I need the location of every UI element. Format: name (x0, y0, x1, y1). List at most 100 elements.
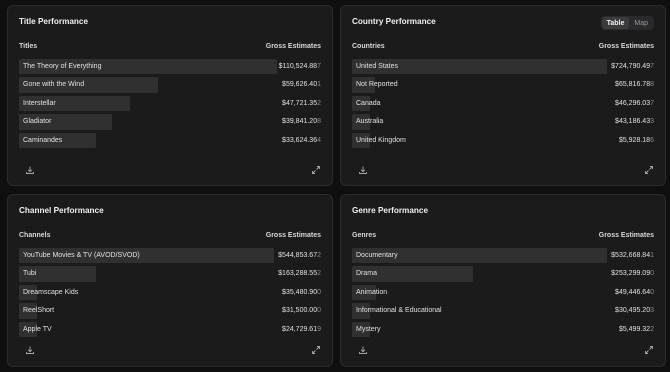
row-value-main: $33,624.36 (282, 136, 318, 144)
row-value: $110,524.887 (279, 63, 321, 70)
download-icon[interactable] (358, 345, 368, 355)
table-row[interactable]: Gladiator $39,841.208 (19, 113, 321, 132)
column-header-channels: Channels (19, 232, 51, 239)
table-row[interactable]: Mystery $5,499.322 (352, 320, 654, 339)
row-label: Gladiator (23, 118, 52, 126)
row-value-main: $532,668.84 (611, 251, 651, 259)
row-value-main: $49,446.64 (615, 288, 651, 296)
table-header: Genres Gross Estimates (352, 232, 654, 239)
genre-performance-card: Genre Performance Genres Gross Estimates… (340, 194, 666, 367)
row-label: Apple TV (23, 325, 52, 333)
row-value-trailing-digit: 0 (317, 288, 321, 296)
row-value-main: $35,480.90 (282, 288, 318, 296)
row-value: $43,186.433 (615, 118, 654, 125)
row-value: $5,928.186 (619, 137, 654, 144)
column-header-genres: Genres (352, 232, 377, 239)
row-value-trailing-digit: 0 (650, 270, 654, 278)
table-row[interactable]: Caminandes $33,624.364 (19, 131, 321, 150)
row-label: United Kingdom (356, 136, 406, 144)
table-view-button[interactable]: Table (601, 17, 630, 29)
row-value-trailing-digit: 4 (317, 136, 321, 144)
card-title: Genre Performance (352, 206, 428, 215)
row-label: Canada (356, 99, 381, 107)
row-label: YouTube Movies & TV (AVOD/SVOD) (23, 251, 140, 259)
row-label: Caminandes (23, 136, 63, 144)
expand-icon[interactable] (644, 345, 654, 355)
table-row[interactable]: Gone with the Wind $59,626.401 (19, 76, 321, 95)
table-row[interactable]: Documentary $532,668.841 (352, 246, 654, 265)
row-value-main: $31,500.00 (282, 307, 318, 315)
table-row[interactable]: Apple TV $24,729.619 (19, 320, 321, 339)
row-value-trailing-digit: 0 (317, 307, 321, 315)
row-label: Dreamscape Kids (23, 288, 79, 296)
row-value: $47,721.352 (282, 100, 321, 107)
table-row[interactable]: Australia $43,186.433 (352, 113, 654, 132)
column-header-countries: Countries (352, 43, 385, 50)
rows: The Theory of Everything $110,524.887 Gone… (19, 57, 321, 150)
row-value-main: $30,495.20 (615, 307, 651, 315)
row-value-trailing-digit: 2 (650, 325, 654, 333)
table-row[interactable]: Informational & Educational $30,495.203 (352, 302, 654, 321)
table-row[interactable]: United Kingdom $5,928.186 (352, 131, 654, 150)
table-row[interactable]: Not Reported $65,816.788 (352, 76, 654, 95)
download-icon[interactable] (25, 165, 35, 175)
row-value-trailing-digit: 2 (317, 270, 321, 278)
table-row[interactable]: Drama $253,299.090 (352, 265, 654, 284)
column-header-gross: Gross Estimates (265, 43, 321, 50)
row-value-trailing-digit: 9 (317, 325, 321, 333)
rows: Documentary $532,668.841 Drama $253,299.090… (352, 246, 654, 339)
column-header-titles: Titles (19, 43, 38, 50)
row-value: $5,499.322 (619, 326, 654, 333)
row-label: Gone with the Wind (23, 81, 85, 89)
row-value-trailing-digit: 8 (650, 81, 654, 89)
expand-icon[interactable] (311, 345, 321, 355)
download-icon[interactable] (358, 165, 368, 175)
row-label: Informational & Educational (356, 307, 442, 315)
row-value: $39,841.208 (282, 118, 321, 125)
table-row[interactable]: Dreamscape Kids $35,480.900 (19, 283, 321, 302)
table-row[interactable]: Interstellar $47,721.352 (19, 94, 321, 113)
table-header: Countries Gross Estimates (352, 43, 654, 50)
row-value: $59,626.401 (282, 81, 321, 88)
row-label: Not Reported (356, 81, 398, 89)
row-value: $35,480.900 (282, 289, 321, 296)
country-performance-card: Country Performance Table Map Countries … (340, 5, 666, 186)
expand-icon[interactable] (644, 165, 654, 175)
row-value-main: $5,928.18 (618, 136, 651, 144)
row-value-trailing-digit: 7 (650, 99, 654, 107)
row-label: Drama (356, 270, 378, 278)
table-row[interactable]: Canada $46,296.037 (352, 94, 654, 113)
row-value-main: $5,499.32 (618, 325, 651, 333)
row-label: Mystery (356, 325, 381, 333)
map-view-button[interactable]: Map (629, 17, 653, 29)
card-title: Channel Performance (19, 206, 104, 215)
row-value: $724,790.497 (611, 63, 654, 70)
row-value-main: $724,790.49 (611, 62, 651, 70)
row-label: Animation (356, 288, 388, 296)
table-header: Titles Gross Estimates (19, 43, 321, 50)
row-value-trailing-digit: 0 (650, 288, 654, 296)
table-header: Channels Gross Estimates (19, 232, 321, 239)
row-value: $30,495.203 (615, 307, 654, 314)
row-value: $24,729.619 (282, 326, 321, 333)
row-label: Documentary (356, 251, 398, 259)
table-row[interactable]: United States $724,790.497 (352, 57, 654, 76)
row-value-main: $24,729.61 (282, 325, 318, 333)
channel-performance-card: Channel Performance Channels Gross Estim… (7, 194, 333, 367)
table-row[interactable]: Tubi $163,288.552 (19, 265, 321, 284)
expand-icon[interactable] (311, 165, 321, 175)
row-value-trailing-digit: 7 (650, 62, 654, 70)
column-header-gross: Gross Estimates (265, 232, 321, 239)
rows: YouTube Movies & TV (AVOD/SVOD) $544,853.… (19, 246, 321, 339)
row-value-main: $59,626.40 (282, 81, 318, 89)
row-value: $65,816.788 (615, 81, 654, 88)
table-row[interactable]: YouTube Movies & TV (AVOD/SVOD) $544,853.… (19, 246, 321, 265)
table-row[interactable]: The Theory of Everything $110,524.887 (19, 57, 321, 76)
table-row[interactable]: ReelShort $31,500.000 (19, 302, 321, 321)
row-value-trailing-digit: 2 (317, 251, 321, 259)
card-title: Country Performance (352, 17, 436, 26)
row-value: $33,624.364 (282, 137, 321, 144)
row-value-main: $43,186.43 (615, 118, 651, 126)
download-icon[interactable] (25, 345, 35, 355)
table-row[interactable]: Animation $49,446.640 (352, 283, 654, 302)
